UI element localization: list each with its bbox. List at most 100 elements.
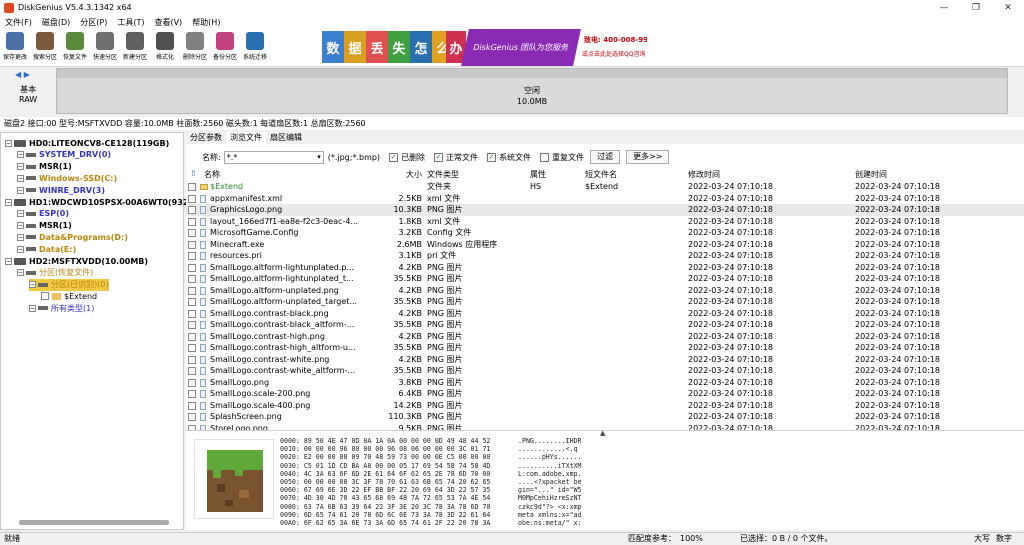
splitter-arrow-icon[interactable]: ▲: [600, 429, 605, 437]
toolbar-button[interactable]: 快速分区: [90, 29, 120, 65]
file-row[interactable]: Minecraft.exe 2.6MB Windows 应用程序 2022-03-24…: [186, 239, 1024, 251]
file-row[interactable]: SmallLogo.altform-lightunplated.p... 4.2K…: [186, 262, 1024, 274]
file-row[interactable]: SmallLogo.contrast-high.png 4.2KB PNG 图片 20…: [186, 331, 1024, 343]
file-row[interactable]: SmallLogo.png 3.8KB PNG 图片 2022-03-24 07:10…: [186, 377, 1024, 389]
toolbar-button[interactable]: 格式化: [150, 29, 180, 65]
tab[interactable]: 扇区编辑: [266, 132, 306, 144]
menu-item[interactable]: 分区(P): [75, 17, 112, 28]
row-checkbox[interactable]: [188, 206, 196, 214]
tree-node[interactable]: − ESP(0): [17, 208, 69, 220]
checkbox-icon[interactable]: ✓: [389, 152, 399, 162]
tree-scrollbar[interactable]: [19, 520, 169, 525]
disk-nav-arrows-icon[interactable]: ◀ ▶: [15, 70, 30, 79]
tree-node[interactable]: − SYSTEM_DRV(0): [17, 149, 111, 161]
row-checkbox[interactable]: [188, 194, 196, 203]
menu-item[interactable]: 查看(V): [149, 17, 187, 28]
file-row[interactable]: $Extend 文件夹 HS $Extend 2022-03-24 07:10:18 20…: [186, 181, 1024, 193]
expand-icon[interactable]: −: [17, 163, 24, 171]
file-row[interactable]: appxmanifest.xml 2.5KB xml 文件 2022-03-24 07…: [186, 193, 1024, 205]
row-checkbox[interactable]: [188, 413, 196, 421]
row-checkbox[interactable]: [188, 275, 196, 283]
file-row[interactable]: SmallLogo.scale-200.png 6.4KB PNG 图片 2022-0…: [186, 388, 1024, 400]
file-row[interactable]: resources.pri 3.1KB pri 文件 2022-03-24 07:10…: [186, 250, 1024, 262]
expand-icon[interactable]: −: [17, 151, 24, 159]
file-row[interactable]: SmallLogo.contrast-white_altform-... 35.5…: [186, 365, 1024, 377]
toolbar-button[interactable]: 搜索分区: [30, 29, 60, 65]
tree-node[interactable]: − HD1:WDCWD10SPSX-00A6WT0(932G: [5, 196, 195, 208]
expand-icon[interactable]: −: [5, 139, 12, 147]
tree-checkbox[interactable]: [41, 292, 49, 301]
toolbar-button[interactable]: 删除分区: [180, 29, 210, 65]
file-row[interactable]: SmallLogo.contrast-high_altform-u... 35.5…: [186, 342, 1024, 354]
tree-node[interactable]: − Data(E:): [17, 243, 76, 255]
file-row[interactable]: SmallLogo.contrast-black.png 4.2KB PNG 图片 2…: [186, 308, 1024, 320]
file-row[interactable]: SmallLogo.altform-unplated_target... 35.5…: [186, 296, 1024, 308]
row-checkbox[interactable]: [188, 378, 196, 387]
col-short-name[interactable]: 短文件名: [585, 169, 617, 180]
row-checkbox[interactable]: [188, 401, 196, 410]
file-row[interactable]: SmallLogo.scale-400.png 14.2KB PNG 图片 2022-…: [186, 400, 1024, 412]
expand-icon[interactable]: −: [5, 198, 12, 206]
checkbox-icon[interactable]: [540, 152, 550, 162]
tree-node[interactable]: − MSR(1): [17, 220, 72, 232]
filter-button[interactable]: 过滤: [590, 150, 621, 164]
checkbox-icon[interactable]: ✓: [434, 152, 444, 162]
filter-checkbox[interactable]: ✓ 正常文件: [434, 152, 478, 163]
row-checkbox[interactable]: [188, 286, 196, 295]
row-checkbox[interactable]: [188, 367, 196, 375]
menu-item[interactable]: 工具(T): [112, 17, 149, 28]
row-checkbox[interactable]: [188, 332, 196, 341]
tab[interactable]: 分区参数: [186, 132, 226, 144]
toolbar-button[interactable]: 新建分区: [120, 29, 150, 65]
file-row[interactable]: MicrosoftGame.Config 3.2KB Config 文件 2022-0…: [186, 227, 1024, 239]
expand-icon[interactable]: −: [29, 304, 36, 312]
toolbar-button[interactable]: 备份分区: [210, 29, 240, 65]
toolbar-button[interactable]: 保存更改: [0, 29, 30, 65]
file-row[interactable]: SmallLogo.altform-lightunplated_t... 35.5…: [186, 273, 1024, 285]
ad-banner[interactable]: 数 据 丢 失 怎 么 办 DiskGenius 团队为您服务 致电: 400-…: [322, 29, 647, 66]
file-row[interactable]: SplashScreen.png 110.3KB PNG 图片 2022-03-24 …: [186, 411, 1024, 423]
row-checkbox[interactable]: [188, 321, 196, 329]
checkbox-icon[interactable]: ✓: [487, 152, 497, 162]
banner-qq-link[interactable]: 或点击此处选择QQ咨询: [582, 49, 645, 58]
tree-node[interactable]: − MSR(1): [17, 161, 72, 173]
expand-icon[interactable]: −: [17, 245, 24, 253]
tree-node[interactable]: − HD0:LITEONCV8-CE128(119GB): [5, 137, 169, 149]
col-type[interactable]: 文件类型: [427, 169, 459, 180]
expand-icon[interactable]: −: [17, 233, 24, 241]
row-checkbox[interactable]: [188, 183, 196, 191]
file-row[interactable]: SmallLogo.altform-unplated.png 4.2KB PNG 图…: [186, 285, 1024, 297]
menu-item[interactable]: 磁盘(D): [37, 17, 75, 28]
file-row[interactable]: SmallLogo.contrast-black_altform-... 35.5…: [186, 319, 1024, 331]
tree-node[interactable]: − Windows-SSD(C:): [17, 172, 117, 184]
up-folder-icon[interactable]: ⇧: [190, 169, 197, 178]
row-checkbox[interactable]: [188, 390, 196, 398]
col-name[interactable]: 名称: [204, 169, 220, 180]
file-row[interactable]: GraphicsLogo.png 10.3KB PNG 图片 2022-03-24 0…: [186, 204, 1024, 216]
tab[interactable]: 浏览文件: [226, 132, 266, 144]
row-checkbox[interactable]: [188, 217, 196, 226]
disk-partition-bar[interactable]: 空闲 10.0MB: [56, 68, 1008, 114]
expand-icon[interactable]: −: [5, 257, 12, 265]
tree-node[interactable]: − 所有类型(1): [29, 302, 94, 314]
filter-checkbox[interactable]: ✓ 已删除: [389, 152, 425, 163]
row-checkbox[interactable]: [188, 298, 196, 306]
tree-node[interactable]: − WINRE_DRV(3): [17, 184, 105, 196]
expand-icon[interactable]: −: [17, 186, 24, 194]
tree-node[interactable]: − 分区(已识别)(0): [29, 278, 109, 291]
expand-icon[interactable]: −: [17, 222, 24, 230]
toolbar-button[interactable]: 系统迁移: [240, 29, 270, 65]
menu-item[interactable]: 文件(F): [0, 17, 37, 28]
expand-icon[interactable]: −: [17, 210, 24, 218]
name-filter-input[interactable]: *.*: [223, 150, 324, 164]
toolbar-button[interactable]: 恢复文件: [60, 29, 90, 65]
col-created[interactable]: 创建时间: [855, 169, 887, 180]
row-checkbox[interactable]: [188, 229, 196, 237]
file-row[interactable]: SmallLogo.contrast-white.png 4.2KB PNG 图片 2…: [186, 354, 1024, 366]
row-checkbox[interactable]: [188, 252, 196, 260]
tree-node[interactable]: − Data&Programs(D:): [17, 231, 128, 243]
file-row[interactable]: layout_166ed7f1-ea8e-f2c3-0eac-4... 1.8KB…: [186, 216, 1024, 228]
expand-icon[interactable]: −: [17, 174, 24, 182]
menu-item[interactable]: 帮助(H): [187, 17, 225, 28]
tree-node[interactable]: − 分区(恢复文件): [17, 267, 93, 279]
